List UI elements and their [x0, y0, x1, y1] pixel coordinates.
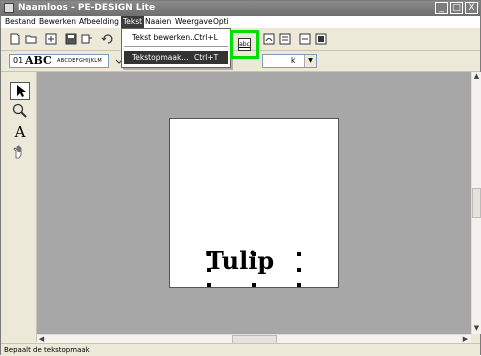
selection-handle-top-middle[interactable]: [252, 252, 256, 256]
menu-item-tekstopmaak[interactable]: Tekstopmaak... Ctrl+T: [124, 51, 228, 64]
status-text: Bepaalt de tekstopmaak: [4, 346, 90, 354]
maximize-button[interactable]: □: [450, 2, 463, 14]
close-button[interactable]: X: [465, 2, 478, 14]
font-sample: ABC: [25, 54, 52, 67]
menu-afbeelding[interactable]: Afbeelding: [77, 16, 121, 28]
selection-handle-bottom-left[interactable]: [207, 283, 211, 287]
font-number: 01: [13, 56, 24, 65]
pointer-arrow-icon: [17, 85, 26, 97]
selection-handle-middle-left[interactable]: [207, 268, 211, 272]
vertical-scroll-thumb[interactable]: [472, 188, 481, 218]
open-folder-icon[interactable]: [25, 33, 37, 45]
design-canvas[interactable]: Tulip: [37, 72, 471, 334]
text-tool[interactable]: A: [10, 123, 30, 141]
menu-item-label: Tekst bewerken...: [132, 33, 198, 42]
menu-opties[interactable]: Opti: [211, 16, 231, 28]
text-arc-icon[interactable]: [263, 33, 275, 45]
menu-bestand[interactable]: Bestand: [3, 16, 38, 28]
selection-handle-bottom-middle[interactable]: [252, 283, 256, 287]
menu-naaien[interactable]: Naaien: [143, 16, 173, 28]
hand-icon: [13, 145, 22, 159]
design-page[interactable]: Tulip: [169, 118, 339, 288]
undo-icon[interactable]: [101, 33, 113, 45]
highlight-box: abc: [230, 30, 259, 59]
scroll-down-arrow-icon[interactable]: ▼: [472, 324, 481, 333]
menu-bar: Bestand Bewerken Afbeelding Tekst Naaien…: [1, 16, 480, 28]
write-to-card-icon[interactable]: [81, 33, 93, 45]
text-attributes-button[interactable]: abc: [238, 38, 251, 51]
new-file-icon[interactable]: [9, 33, 21, 45]
vertical-scrollbar[interactable]: ▲ ▼: [471, 72, 481, 334]
selection-handle-top-right[interactable]: [297, 252, 301, 256]
text-menu-dropdown: Tekst bewerken... Ctrl+L Tekstopmaak... …: [121, 28, 231, 68]
menu-separator: [124, 46, 228, 47]
selection-handle-top-left[interactable]: [207, 252, 211, 256]
select-tool[interactable]: [10, 82, 30, 100]
alignment-value: k: [291, 56, 296, 65]
selection-handle-middle-right[interactable]: [297, 268, 301, 272]
menu-weergave[interactable]: Weergave: [173, 16, 215, 28]
save-icon[interactable]: [65, 33, 77, 45]
tool-panel: A: [1, 72, 37, 342]
magnifier-icon: [12, 103, 27, 118]
hand-tool[interactable]: [10, 144, 30, 162]
menu-item-shortcut: Ctrl+L: [194, 33, 218, 42]
app-icon[interactable]: [4, 3, 14, 13]
menu-item-label: Tekstopmaak...: [132, 53, 189, 62]
selection-handle-bottom-right[interactable]: [297, 283, 301, 287]
text-path-icon[interactable]: [279, 33, 291, 45]
menu-bewerken[interactable]: Bewerken: [37, 16, 78, 28]
alignment-dropdown-arrow-icon[interactable]: ▼: [304, 55, 316, 67]
menu-item-tekst-bewerken[interactable]: Tekst bewerken... Ctrl+L: [124, 31, 228, 44]
import-icon[interactable]: [45, 33, 57, 45]
font-select[interactable]: 01 ABC ABCDEFGHIJKLM: [9, 54, 109, 68]
minimize-button[interactable]: _: [435, 2, 448, 14]
preview-icon[interactable]: [315, 33, 327, 45]
window-title: Naamloos - PE-DESIGN Lite: [18, 3, 156, 13]
zoom-tool[interactable]: [10, 103, 30, 121]
menu-tekst[interactable]: Tekst: [121, 16, 145, 28]
status-bar: Bepaalt de tekstopmaak: [1, 343, 480, 356]
embroidery-text[interactable]: Tulip: [206, 247, 274, 275]
text-alignment-select[interactable]: k ▼: [262, 54, 317, 68]
application-window: Naamloos - PE-DESIGN Lite _ □ X Bestand …: [0, 0, 481, 356]
sewing-attributes-icon[interactable]: [299, 33, 311, 45]
letter-a-icon: A: [14, 123, 26, 141]
title-bar[interactable]: Naamloos - PE-DESIGN Lite _ □ X: [1, 1, 480, 16]
font-small-sample: ABCDEFGHIJKLM: [57, 58, 103, 64]
menu-item-shortcut: Ctrl+T: [194, 53, 219, 62]
scroll-up-arrow-icon[interactable]: ▲: [472, 72, 481, 81]
